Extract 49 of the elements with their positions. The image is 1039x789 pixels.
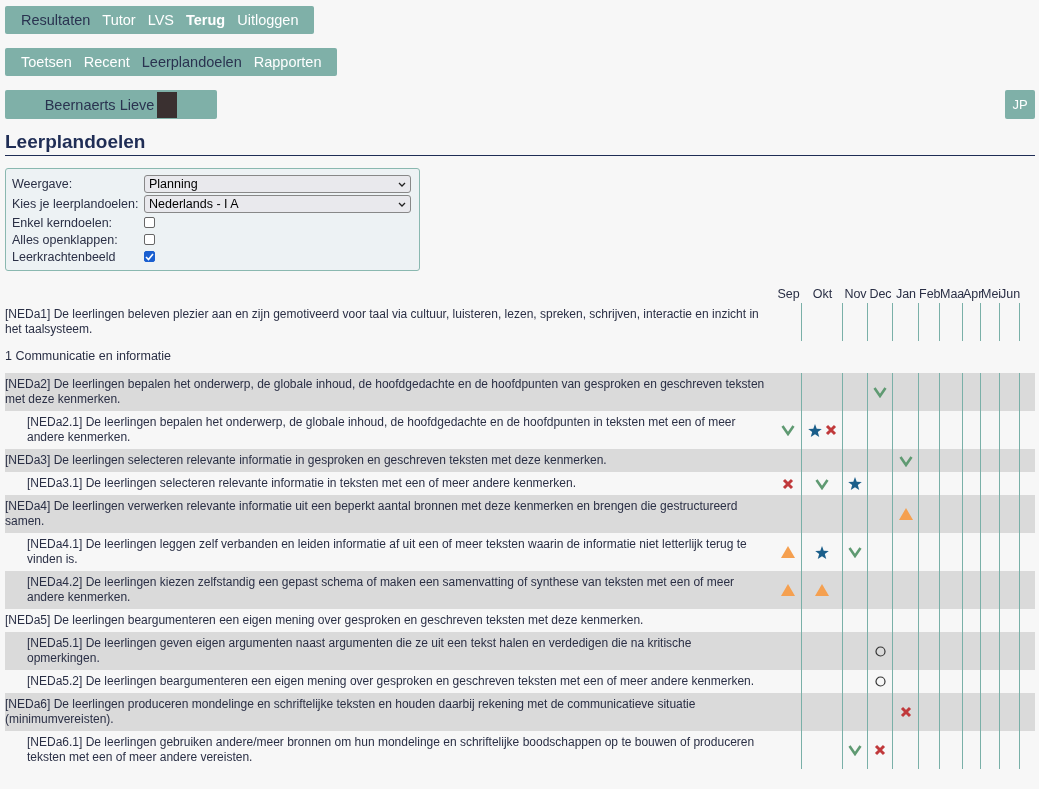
user-name: Beernaerts Lieve [44, 96, 155, 113]
month-label: Sep [776, 286, 801, 303]
chevron-down-icon [398, 201, 406, 207]
goal-text: [NEDa6.1] De leerlingen gebruiken andere/meer bronnen om hun mondelinge en schriftelijke boodschappen op te bouwen of produceren teksten met een of meer andere vereisten. [26, 734, 756, 766]
dropdown[interactable]: Planning [144, 175, 411, 193]
goal-text: [NEDa5.1] De leerlingen geven eigen argumenten naast argumenten die ze uit een tekst halen en verdedigen die na kritische opmerkingen. [26, 635, 693, 667]
filter-label: Alles openklappen: [12, 232, 119, 247]
checkbox[interactable] [144, 217, 155, 228]
month-label: Mei [981, 286, 1000, 303]
goal-text: [NEDa5] De leerlingen beargumenteren een eigen mening over gesproken en geschreven teksten met deze kenmerken. [5, 612, 645, 629]
nav-link[interactable]: Uitloggen [231, 12, 305, 28]
nav-link[interactable]: Resultaten [15, 12, 97, 28]
chevron-down-icon [398, 181, 406, 187]
month-label: Jan [894, 286, 918, 303]
filter-label: Kies je leerplandoelen: [12, 197, 140, 211]
filter-label: Enkel kerndoelen: [12, 215, 114, 230]
filter-label: Weergave: [12, 177, 74, 191]
month-label: Apr [963, 286, 981, 303]
goal-text: [NEDa2.1] De leerlingen bepalen het onderwerp, de globale inhoud, de hoofdgedachte en de hoofdpunten in teksten met een of meer andere kenmerken. [26, 414, 737, 446]
month-label: Nov [843, 286, 868, 303]
goal-text: [NEDa5.2] De leerlingen beargumenteren een eigen mening over gesproken en geschreven teksten met een of meer andere kenmerken. [26, 673, 756, 690]
month-label: Okt [811, 286, 834, 303]
goal-text: [NEDa3.1] De leerlingen selecteren relevante informatie in teksten met een of meer andere kenmerken. [26, 475, 577, 492]
goal-text: [NEDa4.2] De leerlingen kiezen zelfstandig een gepast schema of maken een samenvatting of synthese van teksten met een of meer andere kenmerken. [26, 574, 736, 606]
month-label: Jun [1000, 286, 1020, 303]
section-heading: 1 Communicatie en informatie [5, 348, 173, 365]
user-initials-button[interactable]: JP [1005, 90, 1035, 119]
nav-link[interactable]: Rapporten [247, 54, 328, 70]
filter-label: Leerkrachtenbeeld [12, 249, 117, 264]
photo-placeholder [157, 91, 178, 118]
nav-link[interactable]: Tutor [96, 12, 142, 28]
nav-link[interactable]: Recent [77, 54, 136, 70]
nav-link[interactable]: Terug [180, 12, 232, 28]
checkbox[interactable] [144, 234, 155, 245]
nav-link[interactable]: Toetsen [15, 54, 78, 70]
month-label: Maa [940, 286, 963, 303]
month-label: Feb [919, 286, 940, 303]
goal-text: [NEDa4] De leerlingen verwerken relevante informatie uit een beperkt aantal bronnen met deze kenmerken en brengen die gestructureerd samen. [5, 498, 739, 530]
checkbox[interactable] [144, 251, 155, 262]
dropdown[interactable]: Nederlands - I A [144, 195, 411, 213]
month-label: Dec [868, 286, 893, 303]
goal-text: [NEDa3] De leerlingen selecteren relevante informatie in gesproken en geschreven teksten met deze kenmerken. [5, 452, 608, 469]
nav-link[interactable]: Leerplandoelen [135, 54, 248, 70]
page-title: Leerplandoelen [5, 131, 1035, 156]
goal-text: [NEDa1] De leerlingen beleven plezier aan en zijn gemotiveerd voor taal via cultuur, luisteren, lezen, spreken, schrijven, interactie en inzicht in het taalsysteem. [5, 306, 760, 338]
goal-text: [NEDa2] De leerlingen bepalen het onderwerp, de globale inhoud, de hoofdgedachte en de hoofdpunten van gesproken en geschreven teksten met deze kenmerken. [5, 376, 766, 408]
goal-text: [NEDa4.1] De leerlingen leggen zelf verbanden en leiden informatie af uit een of meer teksten waarin de informatie niet letterlijk terug te vinden is. [26, 536, 748, 568]
goal-text: [NEDa6] De leerlingen produceren mondelinge en schriftelijke teksten en houden daarbij rekening met de communicatieve situatie (minimumvereisten). [5, 696, 697, 728]
nav-link[interactable]: LVS [141, 12, 180, 28]
